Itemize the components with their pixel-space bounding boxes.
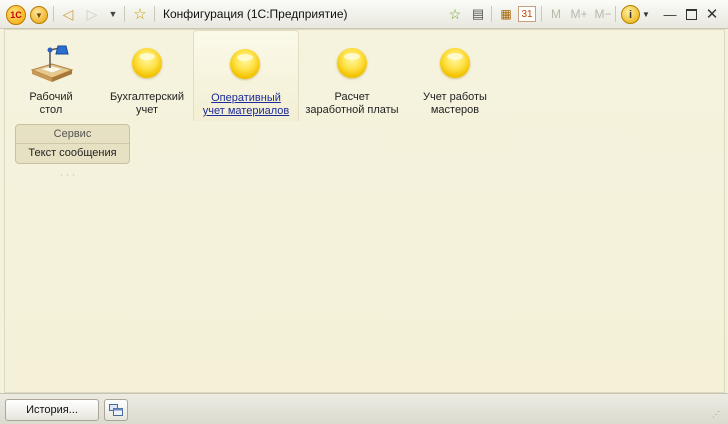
main-menu-icon[interactable]: ▼ (30, 6, 48, 24)
forward-arrow-icon[interactable]: ▷ (84, 4, 100, 24)
separator (615, 6, 616, 22)
service-item-message-text[interactable]: Текст сообщения (16, 147, 129, 159)
calendar-icon[interactable]: 31 (518, 6, 536, 22)
section-desktop[interactable]: Рабочий стол (5, 30, 97, 120)
section-label: Бухгалтерский учет (109, 91, 185, 116)
section-label: Оперативный учет материалов (202, 92, 290, 117)
section-accounting[interactable]: Бухгалтерский учет (97, 30, 197, 120)
history-list-icon[interactable]: ▤ (469, 4, 487, 24)
close-icon[interactable]: ✕ (705, 4, 719, 24)
window-resize-grip[interactable]: ⋰ (712, 410, 720, 419)
navigation-dropdown-icon[interactable]: ▼ (106, 4, 120, 24)
favorites-star-icon[interactable]: ☆ (131, 4, 149, 24)
section-label: Рабочий стол (29, 91, 73, 116)
memory-subtract-button[interactable]: M− (592, 4, 614, 24)
desk-lamp-icon (30, 45, 74, 82)
separator (154, 6, 155, 22)
memory-add-button[interactable]: M+ (568, 4, 590, 24)
memory-button[interactable]: M (549, 4, 563, 24)
info-icon[interactable]: i (621, 5, 640, 24)
separator (491, 6, 492, 22)
yellow-ball-icon (132, 48, 162, 78)
separator (541, 6, 542, 22)
windows-icon (109, 404, 123, 416)
divider (16, 143, 129, 144)
minimize-icon[interactable]: — (663, 4, 677, 24)
add-to-favorites-icon[interactable]: ☆ (446, 4, 464, 24)
title-bar: 1С ▼ ◁ ▷ ▼ ☆ Конфигурация (1С:Предприяти… (0, 0, 728, 29)
section-label: Расчет заработной платы (305, 91, 399, 116)
section-payroll[interactable]: Расчет заработной платы (300, 30, 404, 120)
section-materials[interactable]: Оперативный учет материалов (193, 30, 299, 121)
sections-panel: Рабочий стол Бухгалтерский учет Оператив… (4, 29, 725, 393)
yellow-ball-icon (337, 48, 367, 78)
service-panel: Сервис Текст сообщения (15, 124, 130, 164)
separator (124, 6, 125, 22)
calculator-icon[interactable]: ▦ (498, 4, 514, 24)
section-masters[interactable]: Учет работы мастеров (405, 30, 505, 120)
service-panel-title: Сервис (53, 128, 92, 140)
history-button[interactable]: История... (5, 399, 99, 421)
panel-resize-grip[interactable]: ˰˰˰ (60, 166, 78, 176)
windows-list-button[interactable] (104, 399, 128, 421)
yellow-ball-icon (230, 49, 260, 79)
logo-1c-icon[interactable]: 1С (6, 5, 26, 25)
maximize-icon[interactable] (684, 4, 698, 24)
info-dropdown-icon[interactable]: ▼ (641, 4, 651, 24)
status-bar: История... (0, 393, 728, 424)
section-label: Учет работы мастеров (423, 91, 487, 116)
yellow-ball-icon (440, 48, 470, 78)
window-title: Конфигурация (1С:Предприятие) (163, 7, 348, 21)
separator (53, 6, 54, 22)
back-arrow-icon[interactable]: ◁ (60, 4, 76, 24)
